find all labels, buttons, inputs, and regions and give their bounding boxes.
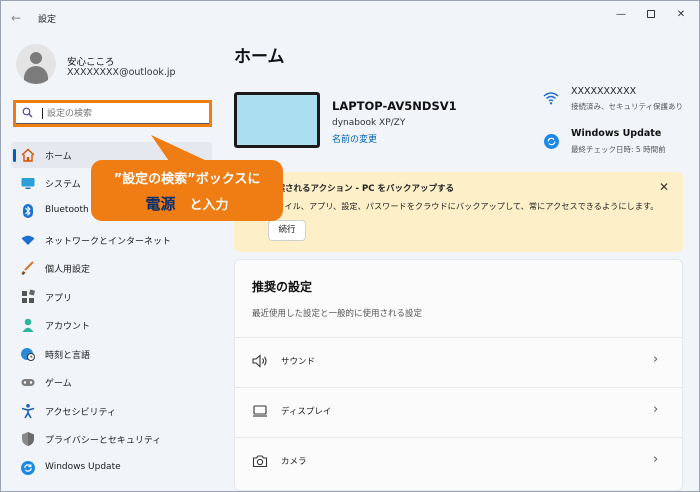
recommended-item-display[interactable]: ディスプレイ ›: [235, 387, 682, 435]
search-box[interactable]: [16, 103, 209, 124]
recommended-item-camera[interactable]: カメラ ›: [235, 437, 682, 485]
callout-tail: [151, 135, 207, 161]
sidebar-item-time-language[interactable]: 時刻と言語: [11, 341, 212, 367]
close-icon[interactable]: ✕: [659, 180, 669, 194]
wifi-name[interactable]: XXXXXXXXXX: [571, 86, 636, 97]
sidebar-item-gaming[interactable]: ゲーム: [11, 369, 212, 395]
display-icon: [253, 405, 267, 417]
globe-clock-icon: [21, 348, 35, 361]
sidebar-item-label: Windows Update: [45, 462, 121, 472]
chevron-right-icon: ›: [653, 352, 659, 367]
recommended-item-label: カメラ: [281, 457, 307, 467]
avatar-head: [30, 52, 42, 64]
bluetooth-icon: [23, 204, 33, 218]
sidebar-item-label: 個人用設定: [45, 265, 91, 275]
sidebar-item-label: アプリ: [45, 294, 73, 304]
gamepad-icon: [21, 379, 35, 386]
sidebar-item-label: ネットワークとインターネット: [45, 237, 172, 247]
rename-link[interactable]: 名前の変更: [332, 132, 377, 145]
wifi-status: 接続済み、セキュリティ保護あり: [571, 102, 684, 111]
instruction-callout: ”設定の検索”ボックスに 電源 と入力: [91, 160, 283, 221]
windows-update-title[interactable]: Windows Update: [571, 128, 661, 139]
device-model: dynabook XP/ZY: [332, 118, 406, 128]
brush-icon: [21, 261, 34, 275]
search-icon: [22, 107, 33, 118]
banner-text: ファイル、アプリ、設定、パスワードをクラウドにバックアップして、常にアクセスでき…: [268, 201, 659, 211]
sidebar-item-windows-update[interactable]: Windows Update: [11, 455, 212, 481]
callout-line1: ”設定の検索”ボックスに: [113, 172, 261, 187]
backup-suggestion-banner: 提案されるアクション - PC をバックアップする ファイル、アプリ、設定、パス…: [234, 172, 683, 252]
wifi-icon: [543, 92, 559, 105]
device-thumbnail: [234, 92, 320, 148]
sidebar-item-label: ゲーム: [45, 379, 72, 389]
chevron-right-icon: ›: [653, 402, 659, 417]
minimize-button[interactable]: —: [607, 5, 635, 25]
sidebar-item-personalization[interactable]: 個人用設定: [11, 255, 212, 281]
sidebar-item-label: プライバシーとセキュリティ: [45, 436, 162, 446]
maximize-button[interactable]: [637, 5, 665, 25]
search-input[interactable]: [47, 106, 197, 121]
user-email: XXXXXXXX@outlook.jp: [67, 67, 176, 78]
windows-update-status: 最終チェック日時: 5 時間前: [571, 145, 666, 154]
window-title: 設定: [38, 15, 57, 25]
user-name: 安心こころ: [67, 57, 115, 68]
avatar-body: [24, 66, 48, 84]
recommended-settings-card: 推奨の設定 最近使用した設定と一般的に使用される設定 サウンド › ディスプレイ…: [234, 259, 683, 491]
sidebar-item-accessibility[interactable]: アクセシビリティ: [11, 398, 212, 424]
update-icon: [21, 461, 35, 475]
search-box-highlight: [13, 100, 212, 127]
callout-line2-rest: と入力: [189, 198, 229, 213]
recommended-item-sound[interactable]: サウンド ›: [235, 337, 682, 385]
avatar[interactable]: [16, 44, 56, 84]
sidebar-item-label: ホーム: [45, 152, 72, 162]
page-title: ホーム: [234, 47, 285, 67]
continue-button[interactable]: 続行: [268, 220, 306, 241]
sidebar-item-label: Bluetooth: [45, 205, 89, 215]
monitor-icon: [21, 178, 35, 189]
recommended-item-label: サウンド: [281, 357, 316, 367]
chevron-right-icon: ›: [653, 452, 659, 467]
device-name: LAPTOP-AV5NDSV1: [332, 99, 457, 113]
active-indicator: [13, 149, 16, 162]
sidebar-item-label: アクセシビリティ: [45, 408, 117, 418]
recommended-item-label: ディスプレイ: [281, 407, 332, 417]
sidebar-item-label: アカウント: [45, 322, 91, 332]
callout-line2: 電源 と入力: [91, 193, 283, 214]
home-icon: [21, 148, 35, 162]
maximize-icon: [647, 10, 655, 18]
account-icon: [22, 318, 34, 332]
network-icon: [21, 235, 35, 245]
recommended-subtitle: 最近使用した設定と一般的に使用される設定: [252, 309, 423, 319]
recommended-title: 推奨の設定: [252, 280, 313, 294]
sidebar-item-privacy-security[interactable]: プライバシーとセキュリティ: [11, 426, 212, 452]
close-button[interactable]: ✕: [667, 5, 695, 25]
callout-highlight: 電源: [145, 195, 176, 213]
banner-title: 提案されるアクション - PC をバックアップする: [268, 184, 454, 194]
speaker-icon: [252, 354, 267, 368]
sidebar-item-apps[interactable]: アプリ: [11, 284, 212, 310]
apps-icon: [22, 289, 36, 303]
settings-window: ← 設定 — ✕ 安心こころ XXXXXXXX@outlook.jp ホーム: [0, 0, 700, 492]
accessibility-icon: [21, 404, 35, 419]
title-bar: ← 設定 — ✕: [1, 1, 699, 35]
sidebar-item-label: システム: [45, 180, 81, 190]
text-caret: [42, 108, 43, 119]
sidebar-item-network[interactable]: ネットワークとインターネット: [11, 227, 212, 253]
sidebar-item-label: 時刻と言語: [45, 351, 91, 361]
shield-icon: [22, 432, 34, 446]
back-arrow-icon[interactable]: ←: [11, 11, 25, 25]
windows-update-icon: [544, 134, 559, 149]
camera-icon: [252, 455, 268, 468]
sidebar-item-accounts[interactable]: アカウント: [11, 312, 212, 338]
